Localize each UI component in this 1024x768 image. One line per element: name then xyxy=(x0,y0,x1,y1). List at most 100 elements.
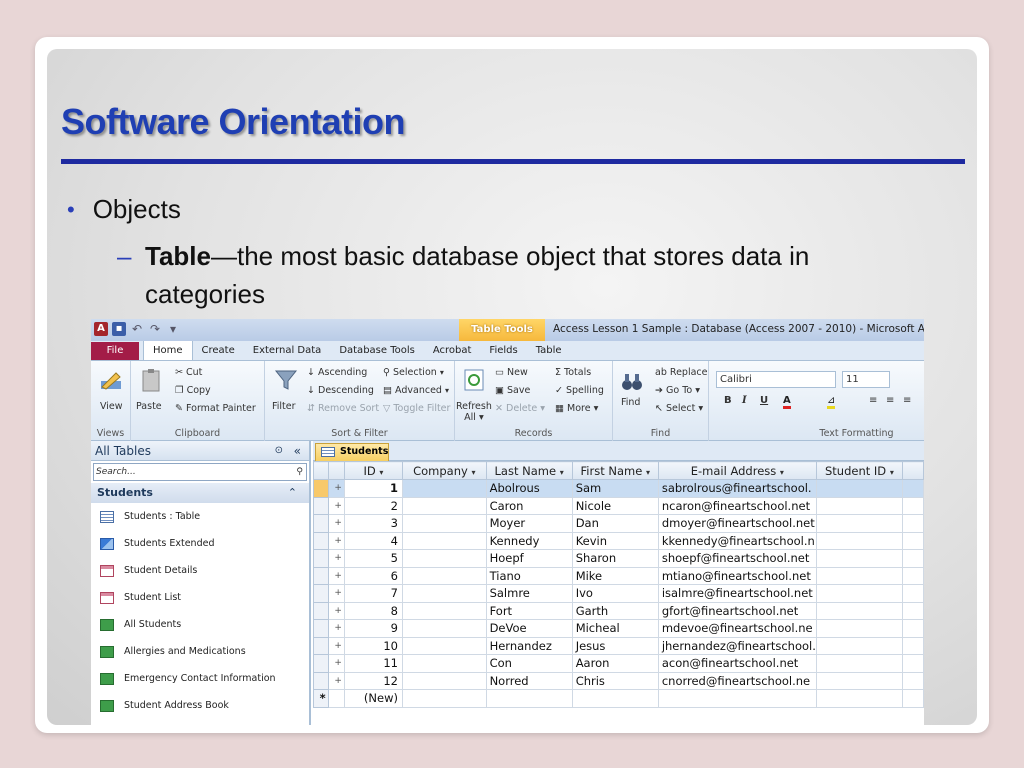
table-row[interactable]: +6 Tiano Mike mtiano@fineartschool.net xyxy=(312,566,924,585)
refresh-all-button[interactable]: Refresh All ▾ xyxy=(456,401,492,423)
nav-group-students[interactable]: Students ⌃ xyxy=(91,483,309,503)
tab-file[interactable]: File xyxy=(91,342,139,360)
cell-company[interactable] xyxy=(401,496,487,515)
select-button[interactable]: ↖ Select ▾ xyxy=(655,403,703,414)
nav-item-student-details[interactable]: Student Details xyxy=(91,557,309,584)
cell-email[interactable]: ncaron@fineartschool.net xyxy=(657,496,817,515)
cell-last-name[interactable]: Abolrous xyxy=(485,479,573,498)
expand-icon[interactable]: + xyxy=(328,671,345,690)
access-logo-icon[interactable]: A xyxy=(94,322,108,336)
cell-last-name[interactable]: Moyer xyxy=(485,514,573,533)
record-selector[interactable] xyxy=(312,531,330,550)
advanced-button[interactable]: ▤ Advanced ▾ xyxy=(383,385,449,396)
cell-id[interactable]: 3 xyxy=(343,514,403,533)
refresh-icon[interactable] xyxy=(461,367,487,393)
cell-email[interactable]: acon@fineartschool.net xyxy=(657,654,817,673)
column-header-email[interactable]: E-mail Address ▾ xyxy=(657,461,817,480)
expand-icon[interactable]: + xyxy=(328,496,345,515)
expand-icon[interactable]: + xyxy=(328,619,345,638)
nav-item-allergies[interactable]: Allergies and Medications xyxy=(91,638,309,665)
doc-tab-students[interactable]: Students xyxy=(315,443,389,461)
new-record-button[interactable]: ▭ New xyxy=(495,367,528,378)
cell-company[interactable] xyxy=(401,636,487,655)
cell-id[interactable]: 4 xyxy=(343,531,403,550)
cell-id[interactable]: 11 xyxy=(343,654,403,673)
cell-student-id[interactable] xyxy=(815,514,903,533)
cell-company[interactable] xyxy=(401,654,487,673)
align-right-icon[interactable]: ≡ xyxy=(903,395,911,406)
cell-first-name[interactable]: Garth xyxy=(571,601,659,620)
nav-item-students-extended[interactable]: Students Extended xyxy=(91,530,309,557)
nav-item-address-book[interactable]: Student Address Book xyxy=(91,692,309,719)
table-row[interactable]: +2 Caron Nicole ncaron@fineartschool.net xyxy=(312,496,924,515)
cell-first-name[interactable]: Aaron xyxy=(571,654,659,673)
view-icon[interactable] xyxy=(98,367,124,393)
nav-item-all-students[interactable]: All Students xyxy=(91,611,309,638)
chevron-down-icon[interactable]: ▾ xyxy=(890,468,894,477)
chevron-down-icon[interactable]: ▾ xyxy=(471,468,475,477)
font-name-select[interactable]: Calibri xyxy=(716,371,836,388)
nav-search-input[interactable]: Search... ⚲ xyxy=(93,463,307,481)
cell-company[interactable] xyxy=(401,531,487,550)
cell-student-id[interactable] xyxy=(815,601,903,620)
record-selector[interactable] xyxy=(312,479,330,498)
tab-table[interactable]: Table xyxy=(527,342,571,360)
italic-button[interactable]: I xyxy=(742,395,747,406)
cell-student-id[interactable] xyxy=(815,479,903,498)
record-selector[interactable] xyxy=(312,636,330,655)
tab-create[interactable]: Create xyxy=(193,342,244,360)
table-row[interactable]: +3 Moyer Dan dmoyer@fineartschool.net xyxy=(312,514,924,533)
table-row[interactable]: +11 Con Aaron acon@fineartschool.net xyxy=(312,654,924,673)
chevron-up-icon[interactable]: ⌃ xyxy=(288,483,297,503)
cell-first-name[interactable]: Sharon xyxy=(571,549,659,568)
nav-menu-icon[interactable]: ⊙ xyxy=(275,441,283,461)
cell-company[interactable] xyxy=(401,584,487,603)
view-button[interactable]: View xyxy=(100,401,123,412)
cell-last-name[interactable]: Hernandez xyxy=(485,636,573,655)
cell-id[interactable]: 9 xyxy=(343,619,403,638)
cell-last-name[interactable]: Salmre xyxy=(485,584,573,603)
cell-first-name[interactable]: Ivo xyxy=(571,584,659,603)
cell-company[interactable] xyxy=(401,601,487,620)
redo-icon[interactable]: ↷ xyxy=(148,322,162,336)
table-row[interactable]: +1 Abolrous Sam sabrolrous@fineartschool. xyxy=(312,479,924,498)
table-row[interactable]: +5 Hoepf Sharon shoepf@fineartschool.net xyxy=(312,549,924,568)
delete-record-button[interactable]: ✕ Delete ▾ xyxy=(495,403,545,414)
tab-home[interactable]: Home xyxy=(143,340,193,360)
table-row[interactable]: +8 Fort Garth gfort@fineartschool.net xyxy=(312,601,924,620)
cell-last-name[interactable]: Caron xyxy=(485,496,573,515)
underline-button[interactable]: U xyxy=(760,395,768,406)
expand-icon[interactable]: + xyxy=(328,636,345,655)
replace-button[interactable]: ab Replace xyxy=(655,367,707,378)
cell-student-id[interactable] xyxy=(815,584,903,603)
expand-icon[interactable]: + xyxy=(328,549,345,568)
cell-student-id[interactable] xyxy=(815,496,903,515)
record-selector[interactable] xyxy=(312,584,330,603)
cell-student-id[interactable] xyxy=(815,549,903,568)
table-row[interactable]: +10 Hernandez Jesus jhernandez@fineartschoo… xyxy=(312,636,924,655)
cell-student-id[interactable] xyxy=(815,566,903,585)
tab-fields[interactable]: Fields xyxy=(480,342,526,360)
cell-first-name[interactable]: Nicole xyxy=(571,496,659,515)
select-all-corner[interactable] xyxy=(312,461,330,480)
search-icon[interactable]: ⚲ xyxy=(296,464,303,480)
cell-email[interactable]: shoepf@fineartschool.net xyxy=(657,549,817,568)
table-row[interactable]: +12 Norred Chris cnorred@fineartschool.ne xyxy=(312,671,924,690)
column-header-company[interactable]: Company ▾ xyxy=(401,461,487,480)
bold-button[interactable]: B xyxy=(724,395,732,406)
tab-database-tools[interactable]: Database Tools xyxy=(330,342,424,360)
cell-email[interactable]: kkennedy@fineartschool.n xyxy=(657,531,817,550)
record-selector[interactable] xyxy=(312,601,330,620)
totals-button[interactable]: Σ Totals xyxy=(555,367,591,378)
cell-id[interactable]: 1 xyxy=(343,479,403,498)
toggle-filter-button[interactable]: ▽ Toggle Filter xyxy=(383,403,450,414)
record-selector[interactable] xyxy=(312,496,330,515)
column-header-student-id[interactable]: Student ID ▾ xyxy=(815,461,903,480)
copy-button[interactable]: ❐ Copy xyxy=(175,385,211,396)
cell-first-name[interactable]: Chris xyxy=(571,671,659,690)
align-left-icon[interactable]: ≡ xyxy=(869,395,877,406)
expand-icon[interactable]: + xyxy=(328,566,345,585)
expand-icon[interactable]: + xyxy=(328,654,345,673)
expand-icon[interactable]: + xyxy=(328,584,345,603)
nav-item-student-list[interactable]: Student List xyxy=(91,584,309,611)
